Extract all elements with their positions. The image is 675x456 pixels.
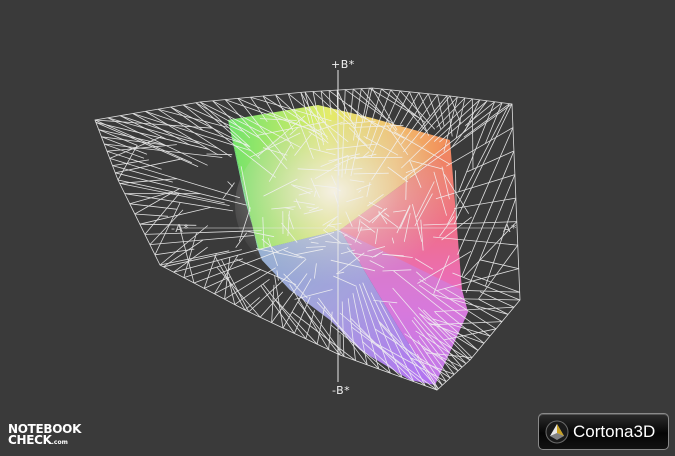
logo-line-2: CHECK.com — [8, 433, 81, 448]
cortona-cube-icon — [545, 420, 569, 443]
notebookcheck-logo: NOTEBOOK CHECK.com — [8, 423, 81, 448]
logo-dotcom: .com — [51, 439, 68, 446]
a-plus-axis-label: A* — [503, 222, 518, 235]
gamut-white-point-glow — [235, 120, 455, 290]
cortona-label: Cortona3D — [573, 421, 656, 441]
cortona3d-viewer-button[interactable]: Cortona3D — [538, 413, 669, 450]
logo-check: CHECK — [8, 433, 52, 447]
b-minus-axis-label: -B* — [332, 384, 351, 397]
a-minus-axis-label: -A* — [171, 222, 190, 235]
b-plus-axis-label: +B* — [331, 58, 355, 71]
